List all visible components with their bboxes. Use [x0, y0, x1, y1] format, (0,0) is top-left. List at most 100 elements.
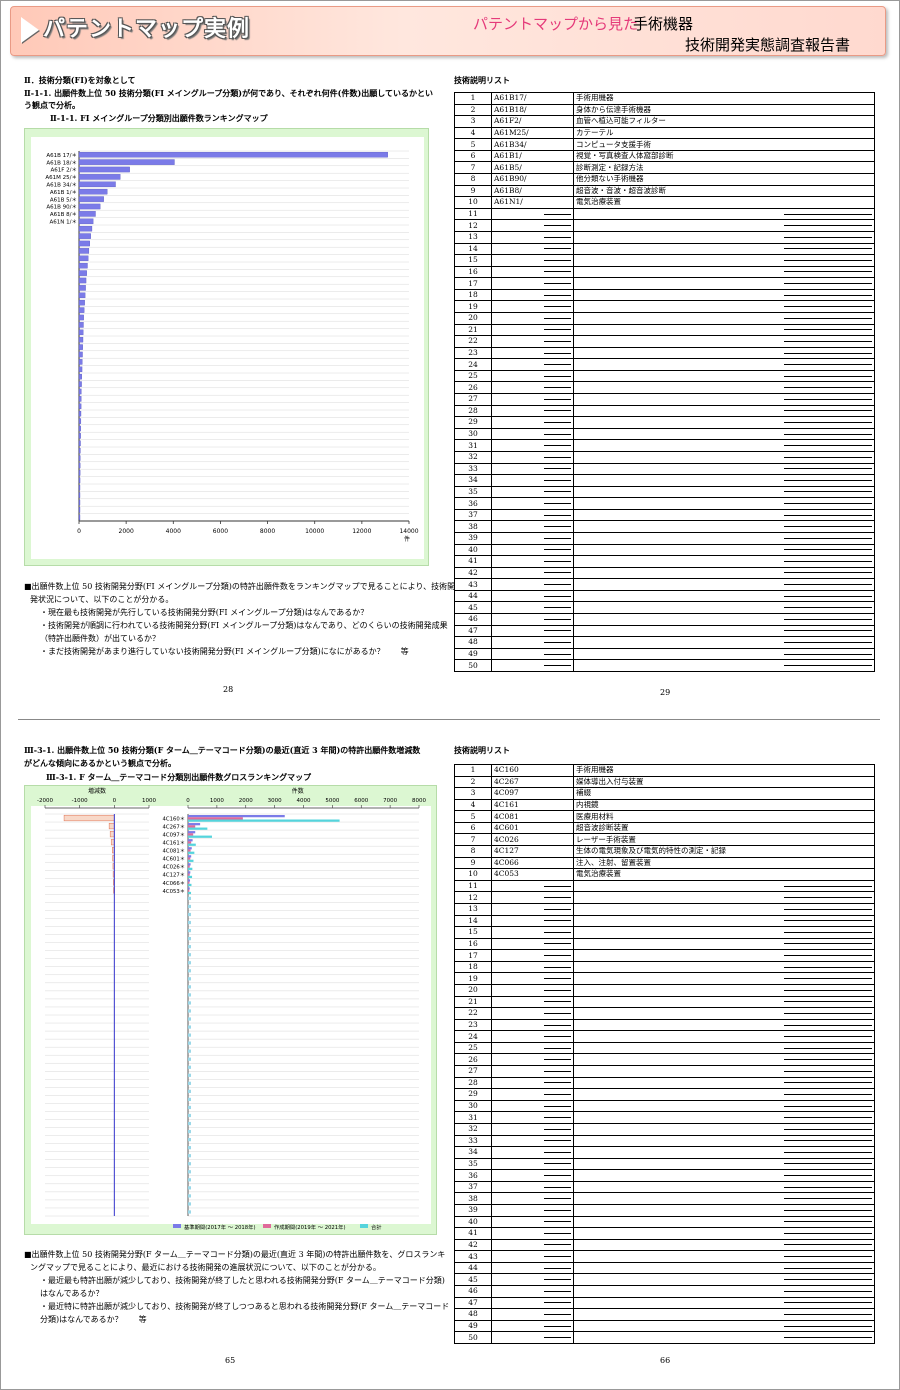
bar: [78, 477, 81, 484]
bar: [78, 396, 82, 402]
bar: [78, 462, 81, 469]
row-description: 電気治療装置: [573, 868, 875, 881]
row-code: A61B18/: [491, 103, 574, 117]
row-code: [491, 555, 574, 568]
row-description: [573, 891, 875, 904]
row-code: [491, 300, 574, 313]
row-number: 10: [454, 868, 492, 881]
table-row: 14: [454, 914, 875, 928]
right-tick-label: 0: [186, 798, 190, 804]
row-code: [491, 219, 574, 232]
top-desc-line2: 発状況について、以下のことが分かる。: [30, 595, 174, 604]
bar: [78, 366, 83, 373]
row-code: [491, 520, 574, 533]
row-code: [491, 277, 574, 290]
table-row: 3 4C097 補綴: [454, 787, 875, 800]
row-description: [573, 323, 875, 337]
row-number: 18: [454, 288, 492, 302]
x-tick-label: 4000: [166, 528, 181, 535]
series-bar: [188, 833, 194, 836]
row-description: 血管へ植込可能フィルター: [573, 115, 875, 128]
row-number: 20: [454, 984, 492, 997]
row-number: 38: [454, 520, 492, 533]
bar: [78, 329, 84, 336]
table-row: 24: [454, 358, 875, 371]
row-description: [573, 369, 875, 383]
table-row: 3 A61F2/血管へ植込可能フィルター: [454, 115, 875, 128]
bar: [78, 403, 82, 410]
change-bar: [109, 831, 115, 838]
row-description: [573, 914, 875, 928]
row-code: 4C160: [491, 764, 574, 777]
tail-bar: [188, 1113, 191, 1118]
table-row: 16: [454, 265, 875, 279]
series-bar: [188, 847, 192, 850]
table-row: 50: [454, 659, 875, 672]
row-code: [491, 358, 574, 371]
row-code: [491, 485, 574, 499]
row-code: 4C026: [491, 833, 574, 847]
table-row: 20: [454, 312, 875, 325]
bar: [78, 359, 83, 365]
row-code: [491, 207, 574, 221]
row-number: 28: [454, 404, 492, 418]
row-number: 35: [454, 485, 492, 499]
tail-bar: [188, 993, 191, 997]
category-label: 4C161＊: [163, 840, 185, 847]
row-description: [573, 937, 875, 951]
row-number: 11: [454, 207, 492, 221]
top-bullet-1: ・現在最も技術開発が先行している技術開発分野(FI メイングループ分類)はなんで…: [40, 608, 369, 617]
row-code: A61B5/: [491, 161, 574, 175]
bar: [78, 299, 85, 306]
bar: [78, 388, 82, 395]
row-description: [573, 439, 875, 452]
tail-bar: [188, 1065, 191, 1069]
row-code: 4C053: [491, 868, 574, 881]
row-code: [491, 1203, 574, 1217]
row-description: [573, 485, 875, 499]
play-triangle-icon: [21, 17, 39, 43]
left-tick-label: -1000: [72, 798, 88, 804]
row-description: [573, 474, 875, 487]
row-code: [491, 346, 574, 360]
series-bar: [188, 881, 190, 884]
row-code: [491, 624, 574, 638]
table-row: 9 A61B8/超音波・音波・超音波診断: [454, 184, 875, 198]
bottom-bullet-4: 分類)はなんであるか？ 等: [40, 1315, 147, 1324]
row-code: A61F2/: [491, 115, 574, 128]
row-description: [573, 995, 875, 1009]
row-code: A61N1/: [491, 196, 574, 209]
tail-bar: [188, 1017, 191, 1021]
row-code: [491, 427, 574, 441]
table-row: 37: [454, 1180, 875, 1194]
row-number: 28: [454, 1076, 492, 1090]
bar: [78, 499, 81, 506]
bottom-heading-line1: Ⅲ-3-1. 出願件数上位 50 技術分類(F ターム＿テーマコード分類)の最近…: [24, 745, 421, 755]
row-description: [573, 381, 875, 395]
series-bar: [188, 887, 190, 890]
row-number: 17: [454, 949, 492, 962]
table-row: 12: [454, 891, 875, 904]
tail-bar: [188, 1089, 191, 1093]
row-code: 4C601: [491, 821, 574, 835]
row-description: [573, 555, 875, 568]
bar: [78, 240, 90, 247]
bar: [78, 277, 87, 284]
row-number: 4: [454, 126, 492, 140]
table-row: 17: [454, 949, 875, 962]
row-number: 50: [454, 659, 492, 672]
row-number: 11: [454, 879, 492, 893]
bar: [78, 492, 81, 498]
row-number: 29: [454, 416, 492, 429]
x-tick-label: 12000: [352, 528, 371, 535]
left-panel-label: 増減数: [88, 787, 106, 795]
category-label: A61F 2/＊: [50, 167, 77, 174]
row-number: 45: [454, 601, 492, 614]
ranking-chart-svg: A61B 17/＊A61B 18/＊A61F 2/＊A61M 25/＊A61B …: [31, 137, 424, 559]
row-description: [573, 1169, 875, 1182]
page-header: パテントマップ実例 パテントマップから見た 手術機器 技術開発実態調査報告書: [10, 6, 886, 56]
series-bar: [188, 849, 191, 852]
tail-bar: [188, 1138, 191, 1142]
row-description: [573, 613, 875, 626]
row-code: [491, 1053, 574, 1067]
